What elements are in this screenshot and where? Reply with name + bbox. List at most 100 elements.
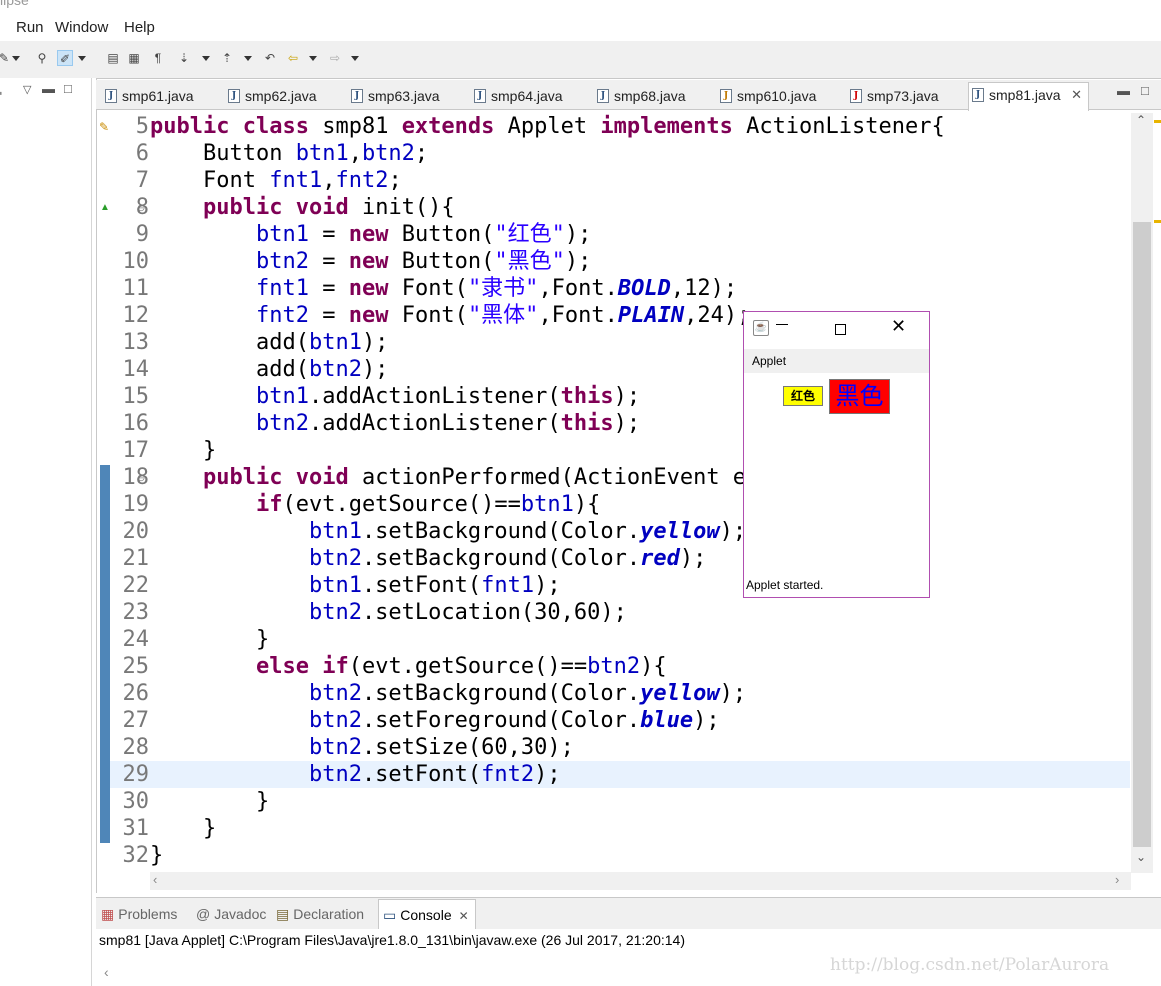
java-file-warning-icon: J — [720, 89, 732, 103]
scroll-up-icon[interactable]: ⌃ — [1136, 113, 1146, 127]
search-icon[interactable]: ⚲ — [34, 50, 50, 66]
back-icon[interactable]: ⇦ — [285, 50, 301, 66]
tab-smp64[interactable]: Jsmp64.java — [471, 84, 563, 110]
tab-smp610[interactable]: Jsmp610.java — [717, 84, 816, 110]
declaration-icon: ▤ — [276, 906, 290, 922]
code-token: btn1 — [308, 519, 362, 544]
code-line[interactable]: 10 btn2 = new Button("黑色"); — [110, 248, 1130, 275]
tab-smp63[interactable]: Jsmp63.java — [348, 84, 440, 110]
code-line[interactable]: 8 public void init(){ — [110, 194, 1130, 221]
view-menu-icon[interactable]: ▪ — [0, 86, 2, 100]
back-dropdown[interactable] — [309, 56, 317, 61]
code-line[interactable]: 20 btn1.setBackground(Color.yellow); — [110, 518, 1130, 545]
prev-annotation-dropdown[interactable] — [244, 56, 252, 61]
code-token: .setBackground(Color. — [361, 546, 641, 571]
code-line[interactable]: 23 btn2.setLocation(30,60); — [110, 599, 1130, 626]
code-token: public — [202, 465, 283, 490]
overview-warning-marker-2[interactable] — [1154, 220, 1161, 223]
close-icon[interactable]: ✕ — [891, 316, 906, 337]
maximize-editor-icon[interactable]: □ — [1141, 83, 1149, 98]
menu-window[interactable]: Window — [55, 19, 108, 36]
next-annotation-dropdown[interactable] — [202, 56, 210, 61]
red-button[interactable]: 红色 — [783, 386, 823, 406]
line-number: 20 — [122, 519, 150, 544]
code-line[interactable]: 5public class smp81 extends Applet imple… — [110, 113, 1130, 140]
code-line[interactable]: 13 add(btn1); — [110, 329, 1130, 356]
code-token: if — [322, 654, 349, 679]
code-token: , — [348, 141, 362, 166]
tab-javadoc[interactable]: @ Javadoc — [196, 906, 266, 922]
scroll-right-icon[interactable]: › — [1115, 872, 1119, 887]
code-line[interactable]: 19 if(evt.getSource()==btn1){ — [110, 491, 1130, 518]
scroll-down-icon[interactable]: ⌄ — [1136, 850, 1146, 864]
next-annotation-icon[interactable]: ⇣ — [176, 50, 192, 66]
code-token: ); — [534, 762, 561, 787]
code-line[interactable]: 16 btn2.addActionListener(this); — [110, 410, 1130, 437]
code-line[interactable]: 6 Button btn1,btn2; — [110, 140, 1130, 167]
code-line[interactable]: 7 Font fnt1,fnt2; — [110, 167, 1130, 194]
code-line[interactable]: 11 fnt1 = new Font("隶书",Font.BOLD,12); — [110, 275, 1130, 302]
maximize-icon[interactable] — [835, 324, 846, 335]
code-line[interactable]: 24 } — [110, 626, 1130, 653]
tab-smp62[interactable]: Jsmp62.java — [225, 84, 317, 110]
new-dropdown[interactable] — [12, 56, 20, 61]
code-line[interactable]: 15 btn1.addActionListener(this); — [110, 383, 1130, 410]
minimize-view-icon[interactable]: ▬ — [42, 81, 55, 96]
tab-smp68[interactable]: Jsmp68.java — [594, 84, 686, 110]
view-dropdown-icon[interactable]: ▽ — [23, 83, 31, 96]
outline-icon[interactable]: ▦ — [126, 50, 142, 66]
menu-run[interactable]: Run — [16, 19, 44, 36]
tab-smp81[interactable]: Jsmp81.java ✕ — [968, 82, 1089, 111]
code-line[interactable]: 25 else if(evt.getSource()==btn2){ — [110, 653, 1130, 680]
last-edit-icon[interactable]: ↶ — [262, 50, 278, 66]
code-line[interactable]: 22 btn1.setFont(fnt1); — [110, 572, 1130, 599]
close-tab-icon[interactable]: ✕ — [1071, 83, 1082, 107]
forward-icon[interactable]: ⇨ — [327, 50, 343, 66]
console-scroll-left-icon[interactable]: ‹ — [104, 964, 109, 980]
new-icon[interactable]: ✎ — [0, 50, 12, 66]
code-line[interactable]: 28 btn2.setSize(60,30); — [110, 734, 1130, 761]
forward-dropdown[interactable] — [351, 56, 359, 61]
paragraph-icon[interactable]: ¶ — [150, 50, 166, 66]
vertical-scroll-thumb[interactable] — [1133, 222, 1151, 847]
maximize-view-icon[interactable]: □ — [64, 81, 72, 96]
close-console-icon[interactable]: ✕ — [459, 909, 469, 923]
menu-help[interactable]: Help — [124, 19, 155, 36]
code-line[interactable]: 12 fnt2 = new Font("黑体",Font.PLAIN,24); — [110, 302, 1130, 329]
code-line[interactable]: 14 add(btn2); — [110, 356, 1130, 383]
tab-smp73[interactable]: Jsmp73.java — [847, 84, 939, 110]
code-line[interactable]: 27 btn2.setForeground(Color.blue); — [110, 707, 1130, 734]
tab-declaration[interactable]: ▤ Declaration — [276, 906, 364, 923]
code-token: implements — [600, 114, 733, 139]
tab-console[interactable]: ▭ Console ✕ — [378, 899, 476, 929]
minimize-editor-icon[interactable]: ▬ — [1117, 83, 1130, 98]
code-line[interactable]: 29 btn2.setFont(fnt2); — [110, 761, 1130, 788]
prev-annotation-icon[interactable]: ⇡ — [219, 50, 235, 66]
code-line[interactable]: 32} — [110, 842, 1130, 869]
code-line[interactable]: 18 public void actionPerformed(ActionEve… — [110, 464, 1130, 491]
scroll-left-icon[interactable]: ‹ — [153, 872, 157, 887]
code-editor[interactable]: 5public class smp81 extends Applet imple… — [110, 113, 1130, 873]
highlight-icon[interactable]: ✐ — [57, 50, 73, 66]
tab-smp61[interactable]: Jsmp61.java — [102, 84, 194, 110]
black-button[interactable]: 黑色 — [829, 379, 890, 414]
line-number: 18 — [122, 465, 150, 490]
code-line[interactable]: 9 btn1 = new Button("红色"); — [110, 221, 1130, 248]
tab-problems[interactable]: ▦ Problems — [101, 906, 177, 923]
applet-menu[interactable]: Applet — [744, 349, 929, 373]
horizontal-scrollbar[interactable]: ‹ › — [150, 872, 1131, 890]
code-token: = — [308, 222, 349, 247]
minimize-icon[interactable] — [776, 324, 788, 325]
annotation-icon[interactable]: ▤ — [105, 50, 121, 66]
highlight-dropdown[interactable] — [78, 56, 86, 61]
code-line[interactable]: 21 btn2.setBackground(Color.red); — [110, 545, 1130, 572]
overview-warning-marker[interactable] — [1154, 120, 1161, 123]
code-token: extends — [401, 114, 495, 139]
code-line[interactable]: 30 } — [110, 788, 1130, 815]
code-token: Font( — [388, 276, 468, 301]
code-line[interactable]: 31 } — [110, 815, 1130, 842]
code-line[interactable]: 17 } — [110, 437, 1130, 464]
code-line[interactable]: 26 btn2.setBackground(Color.yellow); — [110, 680, 1130, 707]
code-token: ); — [534, 573, 561, 598]
